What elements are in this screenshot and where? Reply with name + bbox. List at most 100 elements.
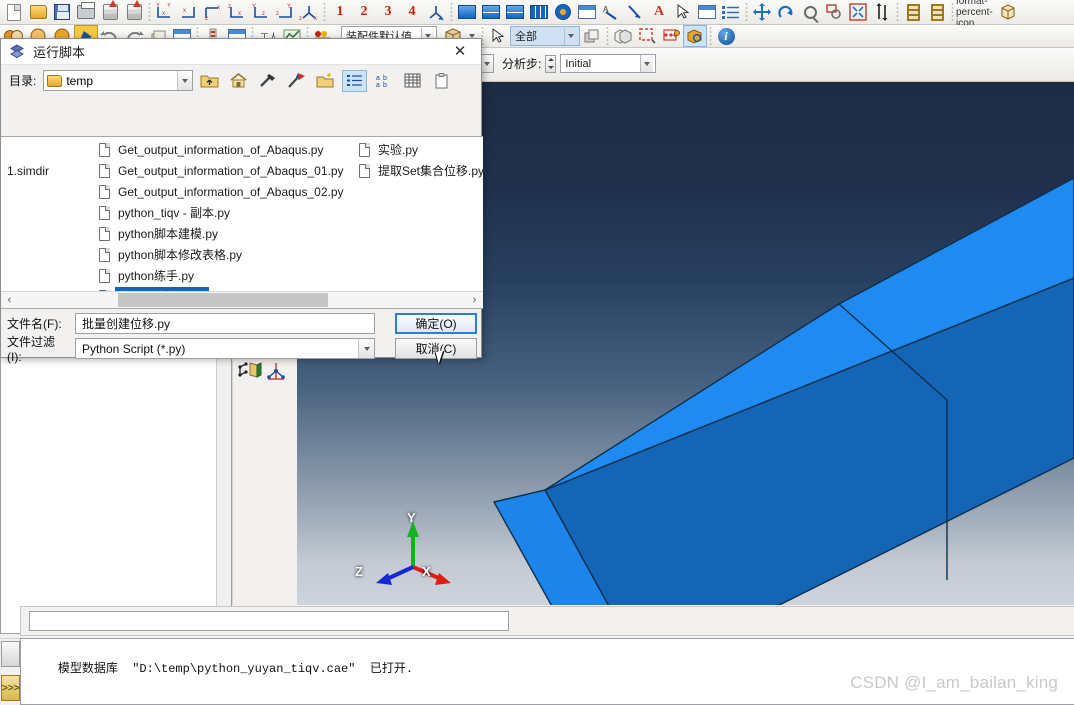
create-surface-icon[interactable]: [659, 25, 683, 47]
list-view-icon[interactable]: [400, 70, 425, 92]
view-rotate-icon[interactable]: [424, 1, 448, 23]
render-wireframe-icon[interactable]: [503, 1, 527, 23]
selection-scope-combo[interactable]: 全部: [510, 26, 580, 46]
display-table-icon[interactable]: [695, 1, 719, 23]
new-folder-icon[interactable]: [313, 70, 338, 92]
export-model-icon[interactable]: [122, 1, 146, 23]
file-item[interactable]: python脚本修改表格.py: [99, 244, 346, 265]
view-preset-2[interactable]: 2: [352, 1, 376, 23]
fit-view-icon[interactable]: [846, 1, 870, 23]
create-set-icon[interactable]: [635, 25, 659, 47]
triad-tool-icon[interactable]: [263, 360, 289, 384]
import-model-icon[interactable]: [98, 1, 122, 23]
file-item[interactable]: Get_output_information_of_Abaqus_02.py: [99, 181, 346, 202]
svg-text:x: x: [162, 11, 165, 17]
filename-input[interactable]: 批量创建位移.py: [75, 313, 375, 334]
color-code-icon[interactable]: [551, 1, 575, 23]
axis-triad: [363, 497, 473, 597]
info-icon[interactable]: i: [714, 25, 738, 47]
prompt-field[interactable]: [29, 611, 509, 631]
step-combo[interactable]: Initial: [560, 54, 656, 73]
merge-icon[interactable]: [580, 25, 604, 47]
spinner-icon[interactable]: [545, 55, 556, 73]
render-shaded-icon[interactable]: [455, 1, 479, 23]
rotate-icon[interactable]: [774, 1, 798, 23]
view-zy-icon[interactable]: zY: [273, 1, 297, 23]
filter-combo[interactable]: Python Script (*.py): [75, 338, 375, 359]
pointer-select-icon[interactable]: [486, 25, 510, 47]
zoom-icon[interactable]: [798, 1, 822, 23]
save-icon[interactable]: [50, 1, 74, 23]
file-item[interactable]: 实验.py: [359, 139, 483, 160]
view-yz-icon[interactable]: Yz: [249, 1, 273, 23]
run-script-dialog[interactable]: 运行脚本 ✕ 目录: temp: [0, 38, 482, 358]
view-preset-1[interactable]: 1: [328, 1, 352, 23]
paste-icon[interactable]: [429, 70, 454, 92]
chevron-down-icon[interactable]: [640, 55, 653, 72]
dialog-title-bar[interactable]: 运行脚本 ✕: [1, 39, 481, 65]
view-zx2-icon[interactable]: zx: [225, 1, 249, 23]
kernel-command-tab-icon[interactable]: >>>: [1, 675, 20, 701]
display-list-icon[interactable]: [719, 1, 743, 23]
scroll-thumb[interactable]: [118, 293, 328, 307]
file-item[interactable]: Get_output_information_of_Abaqus_01.py: [99, 160, 346, 181]
file-item[interactable]: python练手.py: [99, 265, 346, 286]
ladder2-icon[interactable]: [925, 1, 949, 23]
scroll-right-icon[interactable]: ›: [466, 292, 483, 308]
file-item[interactable]: python脚本建模.py: [99, 223, 346, 244]
vertical-flip-icon[interactable]: [870, 1, 894, 23]
display-group-icon[interactable]: [575, 1, 599, 23]
message-tab-icon[interactable]: [1, 641, 20, 667]
select-arrow-icon[interactable]: [671, 1, 695, 23]
new-file-icon[interactable]: [2, 1, 26, 23]
detail-view-icon[interactable]: [342, 70, 367, 92]
directory-item[interactable]: 1.simdir: [5, 160, 51, 181]
open-folder-icon[interactable]: [26, 1, 50, 23]
abaqus-diamond-icon: [9, 44, 25, 59]
dialog-file-list[interactable]: 1.simdir Get_output_information_of_Abaqu…: [1, 136, 483, 309]
view-preset-4[interactable]: 4: [400, 1, 424, 23]
sort-icon[interactable]: ab ab: [371, 70, 396, 92]
file-item[interactable]: python_tiqv - 副本.py: [99, 202, 346, 223]
axis-label-x: X: [422, 564, 431, 579]
view-zx-icon[interactable]: xz: [201, 1, 225, 23]
svg-text:b: b: [383, 75, 387, 82]
parent-folder-icon[interactable]: [197, 70, 222, 92]
scroll-left-icon[interactable]: ‹: [1, 292, 18, 308]
home-folder-icon[interactable]: [226, 70, 251, 92]
scroll-track[interactable]: [18, 292, 466, 308]
directory-label: 目录:: [9, 72, 36, 89]
work-dir-icon[interactable]: [255, 70, 280, 92]
view-cut-icon[interactable]: [237, 360, 263, 384]
chevron-down-icon[interactable]: [177, 71, 192, 90]
view-preset-3[interactable]: 3: [376, 1, 400, 23]
ladder-icon[interactable]: [901, 1, 925, 23]
probe-icon[interactable]: [623, 1, 647, 23]
favorite-icon[interactable]: [284, 70, 309, 92]
query-annotation-icon[interactable]: A: [599, 1, 623, 23]
query-box-icon[interactable]: [683, 25, 707, 47]
toolbar-separator: [604, 26, 611, 46]
file-item[interactable]: Get_output_information_of_Abaqus.py: [99, 139, 346, 160]
chevron-down-icon[interactable]: [358, 339, 374, 358]
format-percent-icon[interactable]: format-percent-icon: [956, 1, 996, 23]
directory-combo[interactable]: temp: [43, 70, 193, 91]
message-area[interactable]: 模型数据库 "D:\temp\python_yuyan_tiqv.cae" 已打…: [20, 638, 1074, 705]
filter-label: 文件过滤(I):: [7, 333, 69, 364]
file-item[interactable]: 提取Set集合位移.py: [359, 160, 483, 181]
chevron-down-icon[interactable]: [564, 28, 577, 45]
pan-icon[interactable]: [750, 1, 774, 23]
close-icon[interactable]: ✕: [443, 39, 477, 64]
view-xy-icon[interactable]: x: [177, 1, 201, 23]
zoom-box-icon[interactable]: [822, 1, 846, 23]
render-filled-icon[interactable]: [527, 1, 551, 23]
ok-button[interactable]: 确定(O): [395, 313, 477, 334]
file-list-horizontal-scrollbar[interactable]: ‹ ›: [1, 291, 483, 308]
print-icon[interactable]: [74, 1, 98, 23]
cube-icon[interactable]: [996, 1, 1020, 23]
copy-instance-icon[interactable]: [611, 25, 635, 47]
view-iso-icon[interactable]: zx: [297, 1, 321, 23]
render-hidden-icon[interactable]: [479, 1, 503, 23]
view-yx-icon[interactable]: Yx Y: [153, 1, 177, 23]
text-annotation-icon[interactable]: A: [647, 1, 671, 23]
